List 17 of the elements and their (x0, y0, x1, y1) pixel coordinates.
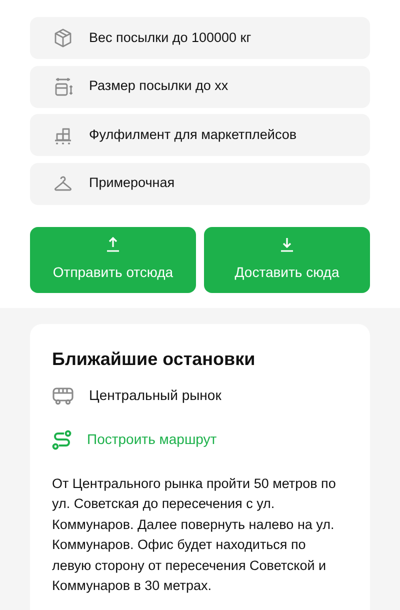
hanger-icon (53, 174, 73, 194)
download-icon (279, 236, 295, 252)
deliver-button[interactable]: Доставить сюда (204, 226, 370, 292)
bus-icon (52, 386, 74, 404)
route-icon (52, 430, 72, 450)
send-button[interactable]: Отправить отсюда (30, 226, 196, 292)
stop-name: Центральный рынок (89, 386, 222, 405)
route-link[interactable]: Построить маршрут (87, 429, 217, 450)
box-icon (53, 28, 73, 48)
feature-label: Примерочная (89, 174, 175, 192)
feature-label: Вес посылки до 100000 кг (89, 28, 252, 47)
dimensions-icon (53, 76, 73, 96)
section-title: Ближайшие остановки (52, 348, 256, 370)
upload-icon (105, 236, 121, 252)
feature-label: Размер посылки до хх (89, 77, 228, 96)
directions-text: От Центрального рынка пройти 50 метров по ул. Советская до пересечения с ул. Коммунаров. Далее повернуть налево на ул. Коммунаров. Офис будет находиться по левую сторону от пересечения Советской и Коммунаров в 30 метрах. (52, 474, 337, 596)
feature-label: Фулфилмент для маркетплейсов (89, 126, 297, 144)
